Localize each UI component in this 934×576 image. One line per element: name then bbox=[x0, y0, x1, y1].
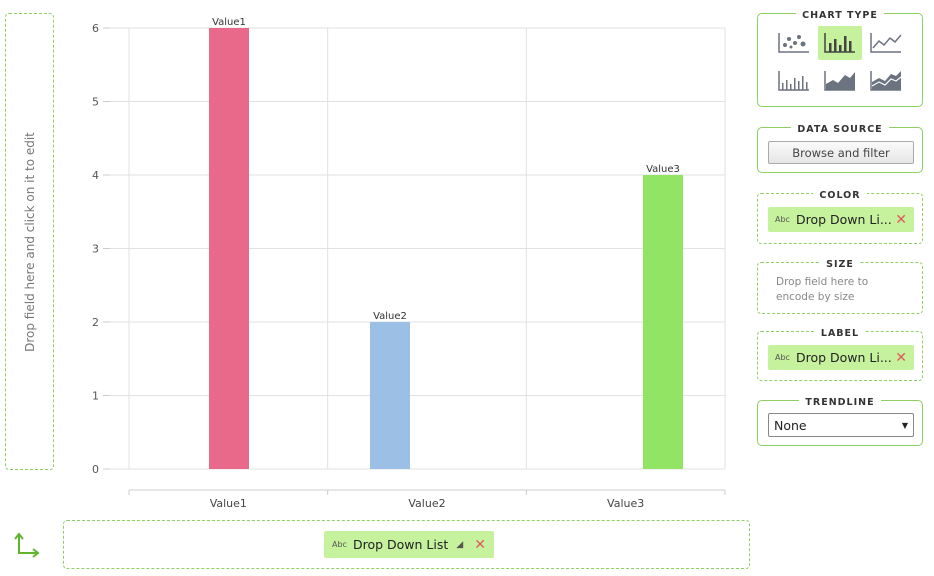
trendline-select[interactable]: None ▼ bbox=[768, 413, 914, 437]
data-source-panel: DATA SOURCE Browse and filter bbox=[757, 124, 923, 173]
trendline-panel: TRENDLINE None ▼ bbox=[757, 397, 923, 446]
stacked-area-chart-icon bbox=[870, 71, 902, 91]
bar bbox=[209, 28, 249, 469]
area-chart-icon bbox=[824, 71, 855, 91]
line-chart-icon bbox=[870, 33, 902, 53]
y-tick-label: 6 bbox=[92, 22, 99, 35]
trendline-value: None bbox=[774, 417, 807, 433]
x-tick-label: Value2 bbox=[408, 497, 445, 510]
size-hint-line1: Drop field here to bbox=[776, 276, 869, 288]
size-hint: Drop field here to encode by size bbox=[776, 275, 906, 305]
bar-data-label: Value1 bbox=[212, 17, 246, 28]
chart-type-panel: CHART TYPE bbox=[757, 10, 923, 107]
chart-type-bar-thin-button[interactable] bbox=[772, 64, 816, 98]
browse-and-filter-button[interactable]: Browse and filter bbox=[768, 141, 914, 164]
remove-label-field-icon[interactable]: ✕ bbox=[895, 351, 907, 365]
chart-type-title: CHART TYPE bbox=[796, 10, 884, 21]
chart-type-scatter-button[interactable] bbox=[772, 26, 816, 60]
label-field-label: Drop Down Li... bbox=[795, 350, 892, 365]
text-type-icon: Abc bbox=[775, 353, 790, 362]
y-tick-label: 1 bbox=[92, 390, 99, 403]
y-tick-label: 5 bbox=[92, 96, 99, 109]
chart-type-bar-button[interactable] bbox=[818, 26, 862, 60]
size-hint-line2: encode by size bbox=[776, 291, 855, 303]
bar bbox=[643, 175, 683, 469]
thin-bar-chart-icon bbox=[778, 71, 809, 91]
bar bbox=[370, 322, 410, 469]
bar-chart-icon bbox=[824, 33, 855, 53]
label-panel[interactable]: LABEL Abc Drop Down Li... ✕ bbox=[757, 328, 923, 381]
y-tick-label: 4 bbox=[92, 169, 99, 182]
color-field-label: Drop Down Li... bbox=[795, 212, 892, 227]
chart-type-area-button[interactable] bbox=[818, 64, 862, 98]
trendline-title: TRENDLINE bbox=[799, 397, 881, 408]
size-panel[interactable]: SIZE Drop field here to encode by size bbox=[757, 259, 923, 314]
remove-x-field-icon[interactable]: ✕ bbox=[474, 538, 486, 552]
chart-type-line-button[interactable] bbox=[864, 26, 908, 60]
y-tick-label: 0 bbox=[92, 463, 99, 476]
x-field-label: Drop Down List bbox=[352, 537, 449, 552]
label-title: LABEL bbox=[814, 328, 866, 339]
swap-axes-icon[interactable] bbox=[13, 532, 43, 560]
x-tick-label: Value1 bbox=[210, 497, 247, 510]
bar-data-label: Value2 bbox=[373, 311, 407, 322]
color-field-chip[interactable]: Abc Drop Down Li... ✕ bbox=[768, 207, 914, 232]
label-field-chip[interactable]: Abc Drop Down Li... ✕ bbox=[768, 345, 914, 370]
color-panel[interactable]: COLOR Abc Drop Down Li... ✕ bbox=[757, 190, 923, 244]
size-title: SIZE bbox=[820, 259, 860, 270]
scatter-chart-icon bbox=[778, 33, 809, 53]
data-source-title: DATA SOURCE bbox=[791, 124, 889, 135]
remove-color-field-icon[interactable]: ✕ bbox=[895, 213, 907, 227]
bar-chart: 0 1 2 3 4 5 6 Value1 Value1 Value2 Value2 Value3 Val… bbox=[92, 17, 726, 510]
text-type-icon: Abc bbox=[775, 215, 790, 224]
chart-type-multi-area-button[interactable] bbox=[864, 64, 908, 98]
sort-icon[interactable]: ◢ bbox=[456, 540, 463, 550]
color-title: COLOR bbox=[813, 190, 867, 201]
bar-data-label: Value3 bbox=[646, 164, 680, 175]
x-tick-label: Value3 bbox=[607, 497, 644, 510]
x-axis-drop-zone[interactable]: Abc Drop Down List ◢ ✕ bbox=[63, 520, 750, 569]
y-tick-label: 3 bbox=[92, 243, 99, 256]
text-type-icon: Abc bbox=[332, 540, 347, 549]
y-tick-label: 2 bbox=[92, 316, 99, 329]
x-field-chip[interactable]: Abc Drop Down List ◢ ✕ bbox=[324, 531, 494, 558]
dropdown-arrow-icon: ▼ bbox=[901, 420, 908, 430]
